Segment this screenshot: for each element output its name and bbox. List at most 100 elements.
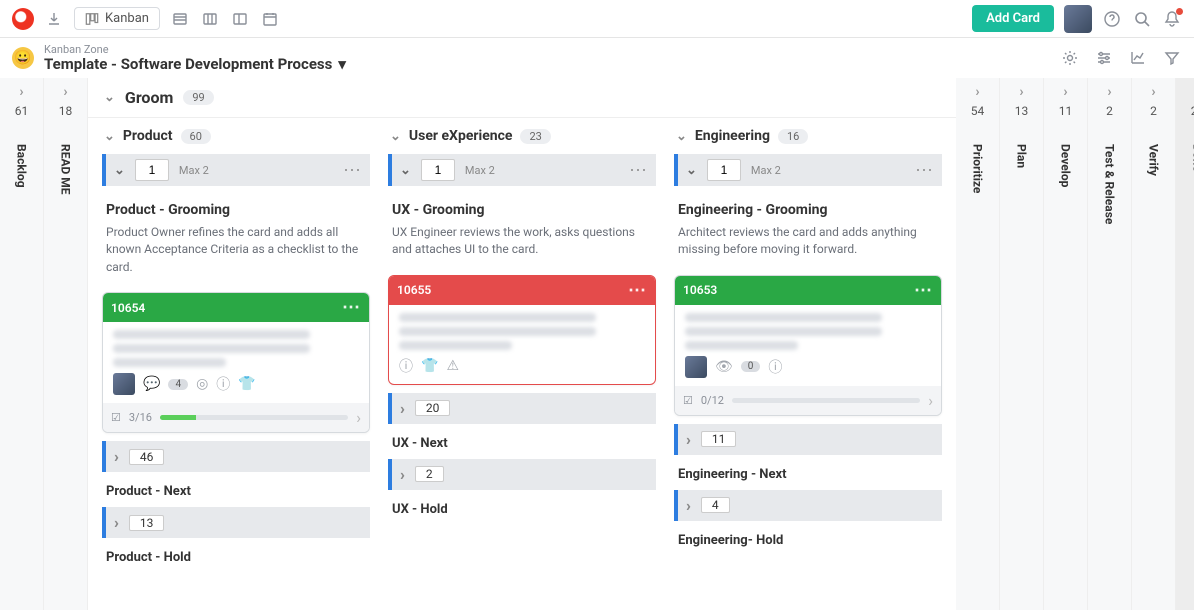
groom-title: Groom — [125, 88, 173, 107]
chart-icon[interactable] — [1128, 48, 1148, 68]
notifications-icon[interactable] — [1162, 9, 1182, 29]
chevron-right-icon: › — [1063, 84, 1067, 100]
collapsed-column-backlog[interactable]: › 61 Backlog — [0, 78, 44, 610]
chevron-right-icon[interactable]: › — [114, 447, 119, 466]
assignee-avatar[interactable] — [685, 356, 707, 378]
sub-group-bar[interactable]: › 4 — [674, 490, 942, 521]
column-label: Test & Release — [1103, 144, 1117, 224]
download-icon[interactable] — [44, 9, 64, 29]
group-heading: Engineering - Grooming — [678, 202, 938, 218]
chevron-down-icon[interactable]: ⌄ — [676, 129, 687, 144]
chevron-right-icon: › — [1107, 84, 1111, 100]
collapsed-column-verify[interactable]: › 2 Verify — [1132, 78, 1176, 610]
settings-icon[interactable] — [1060, 48, 1080, 68]
chevron-right-icon: › — [1019, 84, 1023, 100]
sub-group-bar[interactable]: › 11 — [674, 424, 942, 455]
group-desc-text: UX Engineer reviews the work, asks quest… — [392, 224, 652, 259]
chevron-right-icon[interactable]: › — [114, 513, 119, 532]
column-count: 61 — [15, 104, 29, 118]
comment-icon[interactable]: 💬 — [143, 376, 160, 392]
groom-header[interactable]: ⌄ Groom 99 — [88, 78, 956, 118]
user-avatar[interactable] — [1064, 5, 1092, 33]
sub-group-bar[interactable]: › 46 — [102, 441, 370, 472]
wip-count-input[interactable] — [135, 159, 169, 181]
chevron-right-icon: › — [63, 84, 67, 100]
shirt-icon[interactable]: 👕 — [421, 358, 438, 374]
chevron-right-icon[interactable]: › — [686, 430, 691, 449]
card-meta-row: 💬 4 ◎ ⓘ 👕 — [113, 373, 359, 395]
filter-icon[interactable] — [1162, 48, 1182, 68]
calendar-view-icon[interactable] — [260, 9, 280, 29]
sub-count: 11 — [701, 431, 737, 447]
app-logo[interactable] — [12, 8, 34, 30]
sliders-icon[interactable] — [1094, 48, 1114, 68]
column-count: 54 — [971, 104, 985, 118]
collapsed-column-develop[interactable]: › 11 Develop — [1044, 78, 1088, 610]
lane-header[interactable]: ⌄ Engineering 16 — [674, 126, 942, 146]
coin-icon[interactable]: ◎ — [196, 376, 208, 392]
sub-group-title: Engineering- Hold — [674, 529, 942, 548]
assignee-avatar[interactable] — [113, 373, 135, 395]
lane-title: User eXperience — [409, 128, 513, 144]
card-more-icon[interactable]: ⋯ — [914, 280, 933, 301]
chevron-right-icon[interactable]: › — [928, 391, 933, 410]
view-kanban-button[interactable]: Kanban — [74, 7, 160, 30]
split-view-icon[interactable] — [230, 9, 250, 29]
collapsed-column-prioritize[interactable]: › 54 Prioritize — [956, 78, 1000, 610]
sub-group-bar[interactable]: › 2 — [388, 459, 656, 490]
breadcrumb[interactable]: Kanban Zone — [44, 44, 346, 56]
chevron-down-icon[interactable]: ⌄ — [104, 90, 115, 105]
more-icon[interactable]: ⋯ — [915, 160, 934, 181]
info-icon[interactable]: ⓘ — [399, 356, 413, 376]
more-icon[interactable]: ⋯ — [629, 160, 648, 181]
chevron-right-icon[interactable]: › — [400, 465, 405, 484]
chevron-down-icon[interactable]: ⌄ — [390, 129, 401, 144]
chevron-down-icon[interactable]: ⌄ — [400, 163, 411, 178]
page-title[interactable]: Template - Software Development Process … — [44, 56, 346, 73]
column-label: Plan — [1015, 144, 1029, 168]
help-icon[interactable] — [1102, 9, 1122, 29]
card-more-icon[interactable]: ⋯ — [342, 297, 361, 318]
collapsed-column-test-release[interactable]: › 2 Test & Release — [1088, 78, 1132, 610]
kanban-card[interactable]: 10655 ⋯ ⓘ 👕 ⚠ — [388, 275, 656, 385]
chevron-down-icon[interactable]: ⌄ — [114, 163, 125, 178]
sub-group-bar[interactable]: › 13 — [102, 507, 370, 538]
collapsed-column-plan[interactable]: › 13 Plan — [1000, 78, 1044, 610]
lane-header[interactable]: ⌄ Product 60 — [102, 126, 370, 146]
eye-icon[interactable]: 👁 — [715, 359, 733, 375]
sub-group-bar[interactable]: › 20 — [388, 393, 656, 424]
chevron-right-icon[interactable]: › — [686, 496, 691, 515]
search-icon[interactable] — [1132, 9, 1152, 29]
kanban-card[interactable]: 10653 ⋯ 👁 0 ⓘ ☑ 0/12 › — [674, 275, 942, 416]
list-view-icon[interactable] — [170, 9, 190, 29]
chevron-down-icon[interactable]: ⌄ — [104, 129, 115, 144]
more-icon[interactable]: ⋯ — [343, 160, 362, 181]
lane-header[interactable]: ⌄ User eXperience 23 — [388, 126, 656, 146]
chevron-right-icon[interactable]: › — [400, 399, 405, 418]
collapsed-column-done[interactable]: › 25 Done — [1176, 78, 1194, 610]
group-bar[interactable]: ⌄ Max 2 ⋯ — [388, 154, 656, 186]
wip-count-input[interactable] — [421, 159, 455, 181]
shirt-icon[interactable]: 👕 — [238, 376, 255, 392]
info-icon[interactable]: ⓘ — [768, 357, 782, 377]
group-description: Engineering - Grooming Architect reviews… — [674, 194, 942, 267]
board-emoji-icon[interactable]: 😀 — [12, 47, 34, 69]
progress-text: 0/12 — [701, 394, 724, 407]
info-icon[interactable]: ⓘ — [216, 374, 230, 394]
card-more-icon[interactable]: ⋯ — [628, 280, 647, 301]
collapsed-column-read-me[interactable]: › 18 READ ME — [44, 78, 88, 610]
wip-count-input[interactable] — [707, 159, 741, 181]
group-bar[interactable]: ⌄ Max 2 ⋯ — [102, 154, 370, 186]
board-header: 😀 Kanban Zone Template - Software Develo… — [0, 38, 1194, 78]
add-card-button[interactable]: Add Card — [972, 5, 1054, 32]
kanban-card[interactable]: 10654 ⋯ 💬 4 ◎ ⓘ 👕 ☑ 3/16 › — [102, 292, 370, 433]
group-bar[interactable]: ⌄ Max 2 ⋯ — [674, 154, 942, 186]
card-id: 10655 — [397, 283, 431, 297]
chevron-right-icon[interactable]: › — [356, 408, 361, 427]
warning-icon[interactable]: ⚠ — [446, 358, 459, 374]
column-label: READ ME — [59, 144, 73, 195]
chevron-down-icon[interactable]: ⌄ — [686, 163, 697, 178]
column-view-icon[interactable] — [200, 9, 220, 29]
dropdown-caret-icon[interactable]: ▾ — [338, 56, 346, 73]
wip-max: Max 2 — [179, 164, 209, 177]
